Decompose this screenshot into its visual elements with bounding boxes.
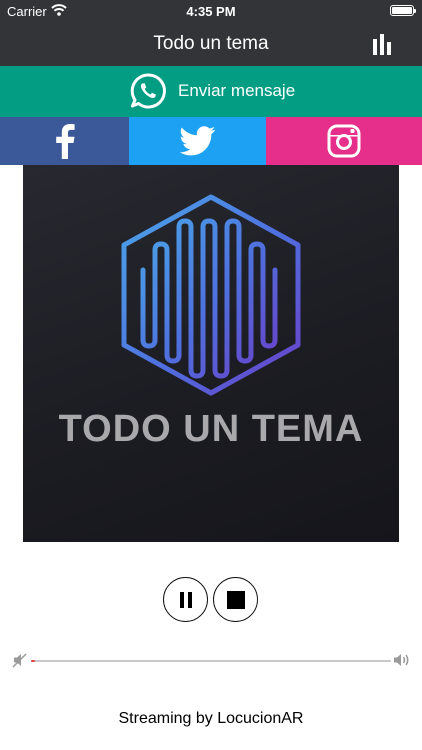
instagram-icon [327, 124, 361, 158]
whatsapp-label: Enviar mensaje [178, 81, 296, 100]
battery-icon [390, 5, 416, 16]
facebook-button[interactable] [0, 117, 129, 165]
instagram-button[interactable] [266, 117, 422, 165]
logo-icon [121, 194, 301, 396]
battery-fill [392, 7, 412, 14]
album-cover: TODO UN TEMA [23, 165, 399, 542]
volume-up-icon [394, 654, 409, 666]
stop-icon [226, 590, 245, 609]
top-bar: Carrier 4:35 PM Todo un tema [0, 0, 422, 66]
pause-icon [179, 591, 192, 608]
facebook-icon [55, 124, 75, 159]
page-title: Todo un tema [153, 33, 269, 54]
volume-slider[interactable] [31, 660, 391, 662]
volume-slider-fill [31, 660, 35, 662]
social-bar [0, 117, 422, 165]
volume-control [0, 650, 422, 672]
volume-mute-icon [12, 653, 27, 668]
footer-credit: Streaming by LocucionAR [118, 710, 304, 727]
twitter-icon [179, 126, 215, 156]
cover-title: TODO UN TEMA [58, 408, 364, 450]
twitter-button[interactable] [129, 117, 266, 165]
equalizer-icon[interactable] [372, 33, 396, 55]
app-screen: Carrier 4:35 PM Todo un tema Enviar mens… [0, 0, 422, 750]
pause-button[interactable] [163, 577, 208, 622]
status-time: 4:35 PM [186, 4, 236, 19]
whatsapp-button[interactable]: Enviar mensaje [0, 66, 422, 117]
status-bar: Carrier 4:35 PM [0, 0, 422, 22]
whatsapp-icon [130, 73, 166, 109]
stop-button[interactable] [213, 577, 258, 622]
